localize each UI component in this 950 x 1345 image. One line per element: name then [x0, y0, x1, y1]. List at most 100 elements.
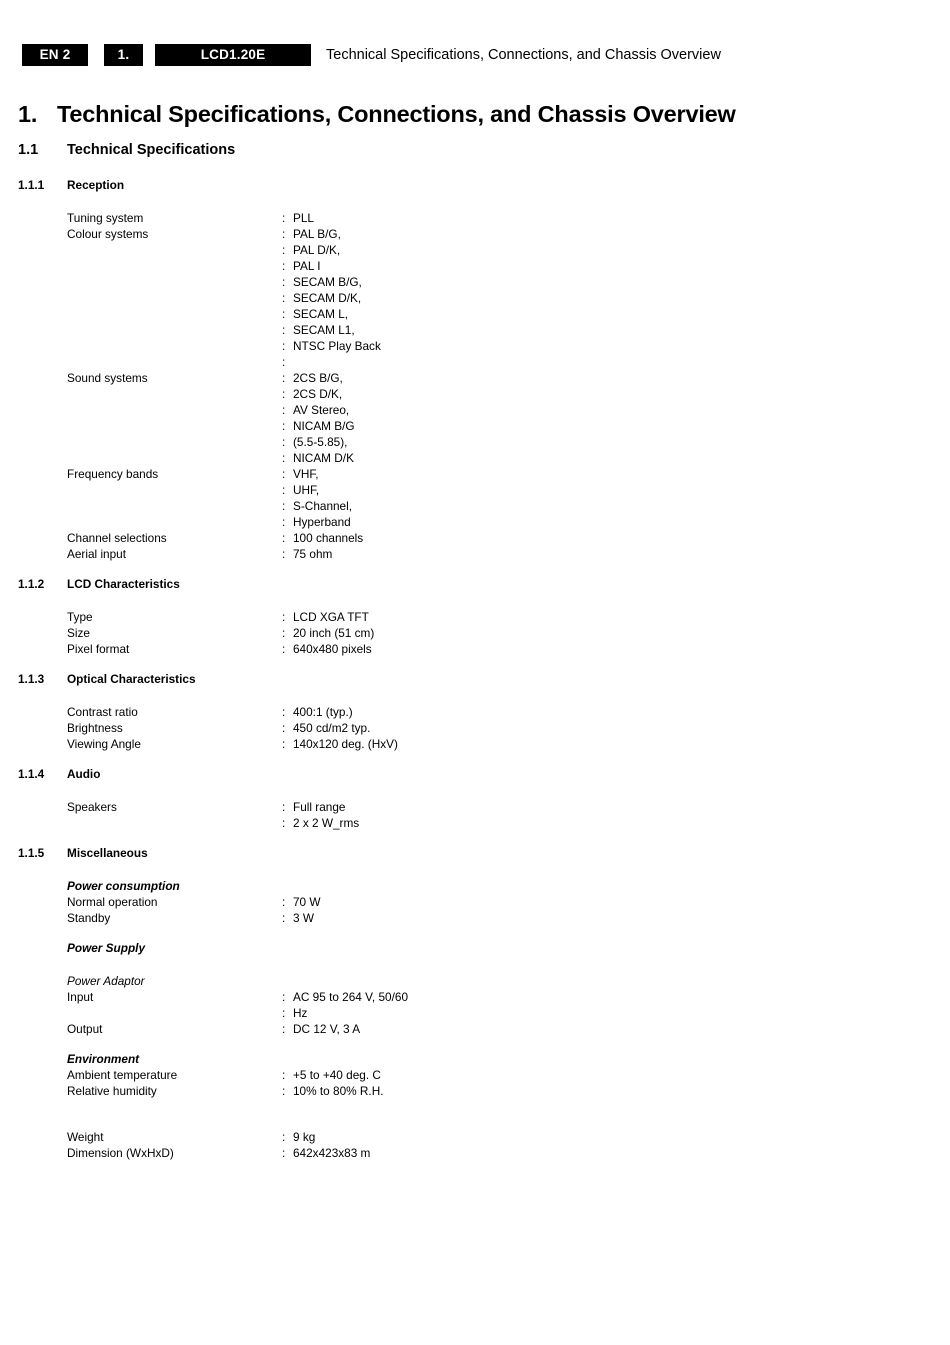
heading-text: Miscellaneous [67, 846, 148, 860]
spec-row: : [0, 354, 693, 370]
spec-label [0, 482, 282, 498]
spec-value: SECAM L1, [293, 323, 355, 337]
spec-label [0, 450, 282, 466]
value-cell [293, 1051, 693, 1067]
heading-number: 1.1.2 [18, 577, 45, 591]
spec-colon: : [282, 275, 286, 289]
physical-spec-table: Weight:9 kg Dimension (WxHxD):642x423x83 … [0, 1129, 693, 1161]
spec-colon: : [282, 737, 286, 751]
group-heading-row: Environment [0, 1051, 693, 1067]
spec-label [0, 354, 282, 370]
spec-colon: : [282, 531, 286, 545]
group-heading-row: Power consumption [0, 878, 693, 894]
spec-row: Colour systems: PAL B/G, [0, 226, 693, 242]
spec-row: : NTSC Play Back [0, 338, 693, 354]
spec-label [0, 514, 282, 530]
section-badge: 1. [104, 44, 143, 66]
chapter-number: 1. [18, 100, 38, 127]
spec-row: Type: LCD XGA TFT [0, 609, 693, 625]
heading-text: Audio [67, 767, 101, 781]
spec-colon: : [282, 895, 286, 909]
header-title: Technical Specifications, Connections, a… [326, 47, 721, 63]
spec-colon: : [282, 371, 286, 385]
heading-text: Reception [67, 178, 125, 192]
spec-row: Ambient temperature: +5 to +40 deg. C [0, 1067, 693, 1083]
spec-value: +5 to +40 deg. C [293, 1068, 381, 1082]
spec-value: 450 cd/m2 typ. [293, 721, 371, 735]
spec-colon: : [282, 259, 286, 273]
spec-row: : AV Stereo, [0, 402, 693, 418]
spec-value: 2CS D/K, [293, 387, 343, 401]
spec-value: 640x480 pixels [293, 642, 372, 656]
spec-row: : (5.5-5.85), [0, 434, 693, 450]
spec-value: AC 95 to 264 V, 50/60 [293, 990, 409, 1004]
spec-value: PAL I [293, 259, 321, 273]
spec-value: S-Channel, [293, 499, 353, 513]
heading-number: 1.1 [18, 142, 39, 158]
spec-label: Weight [67, 1130, 104, 1144]
spec-colon: : [282, 339, 286, 353]
spec-value: Hyperband [293, 515, 351, 529]
power-adaptor-rows: Input: AC 95 to 264 V, 50/60: Hz Output: DC … [0, 989, 693, 1037]
spec-value: 9 kg [293, 1130, 316, 1144]
spec-colon: : [282, 307, 286, 321]
spec-label [0, 274, 282, 290]
spec-colon: : [282, 642, 286, 656]
spec-value: NICAM B/G [293, 419, 355, 433]
spec-label [0, 242, 282, 258]
spec-colon: : [282, 323, 286, 337]
spec-value: SECAM B/G, [293, 275, 362, 289]
audio-spec-table: Speakers: Full range:2 x 2 W_rms [0, 799, 693, 831]
heading-miscellaneous: 1.1.5 Miscellaneous [0, 845, 950, 861]
heading-reception: 1.1.1 Reception [0, 177, 950, 193]
optical-characteristics-spec-table: Contrast ratio:400:1 (typ.) Brightness:45… [0, 704, 693, 752]
heading-number: 1.1.5 [18, 846, 45, 860]
environment-rows: Ambient temperature: +5 to +40 deg. C Rela… [0, 1067, 693, 1099]
reception-rows: Tuning system: PLL Colour systems: PAL B/G,… [0, 210, 693, 562]
spec-label: Standby [67, 911, 111, 925]
spec-row: Viewing Angle:140x120 deg. (HxV) [0, 736, 693, 752]
spec-value: 2CS B/G, [293, 371, 343, 385]
spec-value: NICAM D/K [293, 451, 354, 465]
spec-row: Contrast ratio:400:1 (typ.) [0, 704, 693, 720]
spec-label [0, 258, 282, 274]
spec-colon: : [282, 547, 286, 561]
spec-colon: : [282, 1068, 286, 1082]
power-supply-spec-table: Power Supply [0, 940, 693, 956]
spec-label: Viewing Angle [67, 737, 141, 751]
spec-label: Relative humidity [67, 1084, 157, 1098]
physical-rows: Weight:9 kg Dimension (WxHxD):642x423x83 … [0, 1129, 693, 1161]
spec-label: Dimension (WxHxD) [67, 1146, 174, 1160]
spec-colon: : [282, 483, 286, 497]
spec-label: Brightness [67, 721, 123, 735]
spec-row: : SECAM D/K, [0, 290, 693, 306]
heading-optical-characteristics: 1.1.3 Optical Characteristics [0, 671, 950, 687]
group-heading-row: Power Adaptor [0, 973, 693, 989]
spec-value: Hz [293, 1006, 308, 1020]
spec-row: : S-Channel, [0, 498, 693, 514]
colon-cell [282, 878, 293, 894]
value-cell [293, 940, 693, 956]
spec-row: :2 x 2 W_rms [0, 815, 693, 831]
environment-spec-table: Environment Ambient temperature: +5 to +4… [0, 1051, 693, 1099]
chassis-badge: LCD1.20E [155, 44, 311, 66]
spec-colon: : [282, 227, 286, 241]
spec-label: Colour systems [67, 227, 149, 241]
lcd-characteristics-spec-table: Type: LCD XGA TFT Size:20 inch (51 cm) Pixe… [0, 609, 693, 657]
spec-row: Tuning system: PLL [0, 210, 693, 226]
spec-label: Type [67, 610, 93, 624]
spec-row: : SECAM L1, [0, 322, 693, 338]
spec-row: Weight:9 kg [0, 1129, 693, 1145]
spec-colon: : [282, 1006, 286, 1020]
spec-colon: : [282, 721, 286, 735]
spec-row: :2CS D/K, [0, 386, 693, 402]
spec-label: Size [67, 626, 90, 640]
